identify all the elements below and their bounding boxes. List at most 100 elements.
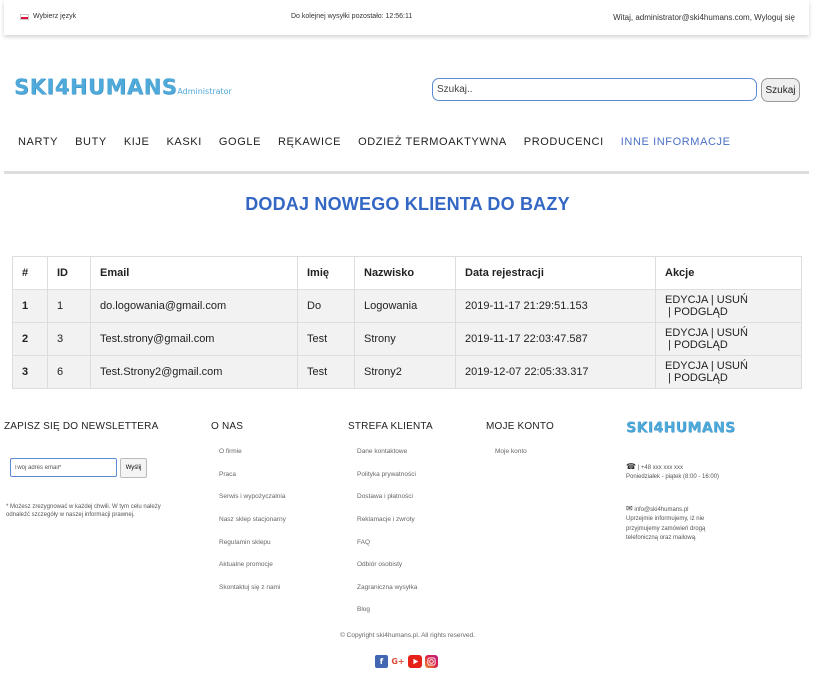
nav-item-gogle[interactable]: GOGLE — [219, 136, 261, 148]
delete-link[interactable]: USUŃ — [717, 327, 748, 339]
row-date: 2019-11-17 22:03:47.587 — [455, 322, 656, 356]
email-info: ✉ info@ski4humans.pl Uprzejmie informuje… — [626, 503, 736, 543]
footer-about-title: O NAS — [211, 421, 244, 432]
row-email: Test.strony@gmail.com — [90, 322, 298, 356]
footer-link[interactable]: Serwis i wypożyczalnia — [219, 493, 285, 500]
footer-link[interactable]: Zagraniczna wysyłka — [357, 584, 417, 591]
row-last-name: Strony — [354, 322, 456, 356]
row-email: Test.Strony2@gmail.com — [90, 355, 298, 389]
footer-link[interactable]: Praca — [219, 471, 236, 478]
nav-item-rekawice[interactable]: RĘKAWICE — [278, 136, 341, 148]
footer-link[interactable]: Skontaktuj się z nami — [219, 584, 280, 591]
contact-email[interactable]: info@ski4humans.pl — [634, 507, 688, 513]
edit-link[interactable]: EDYCJA — [665, 327, 708, 339]
footer-link[interactable]: Nasz sklep stacjonarny — [219, 516, 286, 523]
row-date: 2019-12-07 22:05:33.317 — [455, 355, 656, 389]
clients-table: # ID Email Imię Nazwisko Data rejestracj… — [12, 256, 802, 389]
edit-link[interactable]: EDYCJA — [665, 360, 708, 372]
nav-item-kije[interactable]: KIJE — [124, 136, 150, 148]
nav-item-buty[interactable]: BUTY — [75, 136, 107, 148]
preview-link[interactable]: PODGLĄD — [674, 339, 728, 351]
edit-link[interactable]: EDYCJA — [665, 294, 708, 306]
nav-item-odziez[interactable]: ODZIEŻ TERMOAKTYWNA — [358, 136, 507, 148]
row-last-name: Logowania — [354, 289, 456, 323]
row-actions: EDYCJA | USUŃ | PODGLĄD — [655, 289, 802, 323]
col-header-email: Email — [90, 256, 298, 290]
row-first-name: Test — [297, 355, 355, 389]
social-links: f G+ — [375, 655, 438, 668]
nav-item-inne-informacje[interactable]: INNE INFORMACJE — [621, 136, 731, 148]
delete-link[interactable]: USUŃ — [717, 360, 748, 372]
footer-link[interactable]: FAQ — [357, 539, 370, 546]
col-header-id: ID — [47, 256, 91, 290]
newsletter-submit-button[interactable]: Wyślij — [120, 458, 147, 478]
footer-link[interactable]: O firmie — [219, 448, 242, 455]
col-header-actions: Akcje — [655, 256, 802, 290]
nav-item-narty[interactable]: NARTY — [18, 136, 58, 148]
row-number: 1 — [12, 289, 48, 323]
preview-link[interactable]: PODGLĄD — [674, 372, 728, 384]
footer-link[interactable]: Moje konto — [495, 448, 527, 455]
col-header-first-name: Imię — [297, 256, 355, 290]
youtube-icon[interactable] — [408, 655, 422, 668]
footer-link[interactable]: Regulamin sklepu — [219, 539, 271, 546]
action-separator: | — [707, 294, 717, 306]
row-id: 1 — [47, 289, 91, 323]
footer-link[interactable]: Polityka prywatności — [357, 471, 416, 478]
row-email: do.logowania@gmail.com — [90, 289, 298, 323]
action-separator: | — [707, 360, 717, 372]
footer-logo[interactable]: SKI4HUMANS — [626, 420, 736, 436]
row-id: 6 — [47, 355, 91, 389]
action-separator: | — [665, 306, 674, 318]
nav-item-kaski[interactable]: KASKI — [166, 136, 201, 148]
col-header-registration-date: Data rejestracji — [455, 256, 656, 290]
search-input[interactable] — [432, 78, 757, 101]
instagram-icon[interactable] — [425, 655, 438, 668]
row-number: 3 — [12, 355, 48, 389]
footer-link[interactable]: Aktualne promocje — [219, 561, 273, 568]
site-logo[interactable]: SKI4HUMANSAdministrator — [14, 75, 232, 99]
envelope-icon: ✉ — [626, 504, 633, 513]
email-note: Uprzejmie informujemy, iż nie przyjmujem… — [626, 516, 706, 541]
newsletter-email-input[interactable] — [10, 458, 117, 477]
facebook-icon[interactable]: f — [375, 655, 388, 668]
action-separator: | — [665, 372, 674, 384]
main-nav: NARTY BUTY KIJE KASKI GOGLE RĘKAWICE ODZ… — [18, 136, 748, 148]
row-last-name: Strony2 — [354, 355, 456, 389]
row-number: 2 — [12, 322, 48, 356]
action-separator: | — [707, 327, 717, 339]
table-header-row: # ID Email Imię Nazwisko Data rejestracj… — [12, 256, 802, 290]
phone-icon: ☎ — [626, 462, 636, 471]
search-button[interactable]: Szukaj — [761, 78, 800, 102]
welcome-logout-link[interactable]: Witaj, administrator@ski4humans.com, Wyl… — [613, 13, 795, 22]
row-actions: EDYCJA | USUŃ | PODGLĄD — [655, 355, 802, 389]
nav-item-producenci[interactable]: PRODUCENCI — [524, 136, 604, 148]
phone-number: | +48 xxx xxx xxx — [637, 465, 684, 471]
row-date: 2019-11-17 21:29:51.153 — [455, 289, 656, 323]
footer-link[interactable]: Odbiór osobisty — [357, 561, 402, 568]
delete-link[interactable]: USUŃ — [717, 294, 748, 306]
footer-link[interactable]: Dostawa i płatności — [357, 493, 413, 500]
language-selector[interactable]: Wybierz język — [20, 13, 76, 20]
poland-flag-icon — [20, 13, 29, 20]
row-id: 3 — [47, 322, 91, 356]
nav-divider — [4, 171, 809, 174]
footer-link[interactable]: Dane kontaktowe — [357, 448, 407, 455]
footer-link[interactable]: Blog — [357, 606, 370, 613]
row-actions: EDYCJA | USUŃ | PODGLĄD — [655, 322, 802, 356]
top-bar: Wybierz język Do kolejnej wysyłki pozost… — [4, 0, 809, 35]
logo-subtitle: Administrator — [177, 87, 232, 96]
footer-account-title: MOJE KONTO — [486, 421, 554, 432]
dispatch-timer: Do kolejnej wysyłki pozostało: 12:56:11 — [291, 13, 413, 20]
footer-link[interactable]: Reklamacje i zwroty — [357, 516, 415, 523]
table-row: 3 6 Test.Strony2@gmail.com Test Strony2 … — [12, 355, 802, 389]
col-header-num: # — [12, 256, 48, 290]
google-plus-icon[interactable]: G+ — [391, 655, 405, 668]
opening-hours: Poniedziałek - piątek (8:00 - 16:00) — [626, 474, 720, 481]
preview-link[interactable]: PODGLĄD — [674, 306, 728, 318]
col-header-last-name: Nazwisko — [354, 256, 456, 290]
newsletter-note: * Możesz zrezygnować w każdej chwili. W … — [6, 504, 161, 519]
table-row: 2 3 Test.strony@gmail.com Test Strony 20… — [12, 322, 802, 356]
row-first-name: Do — [297, 289, 355, 323]
copyright: © Copyright ski4humans.pl. All rights re… — [340, 632, 475, 639]
